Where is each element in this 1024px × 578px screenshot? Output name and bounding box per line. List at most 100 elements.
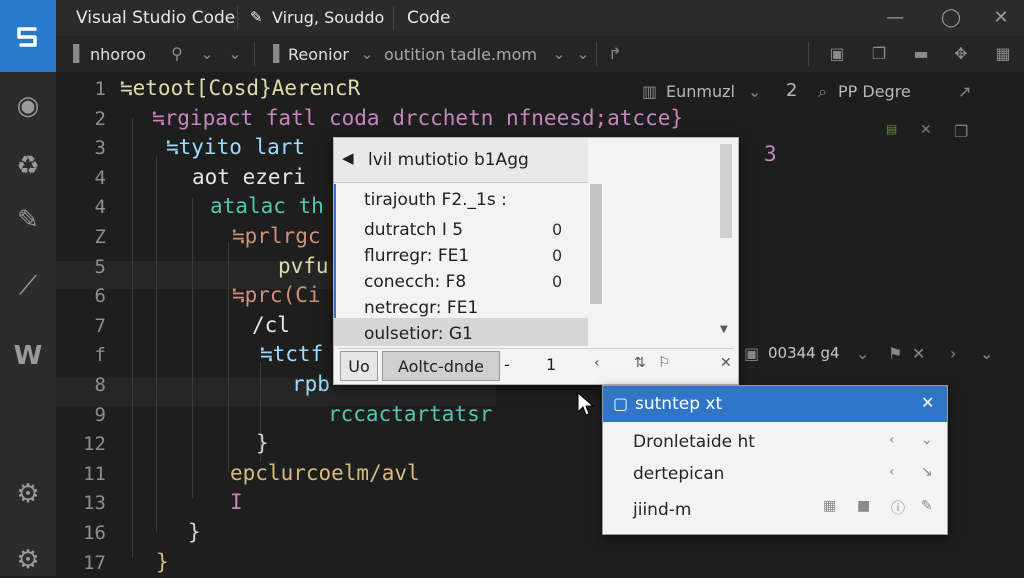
minimap-icon: ▤ [886, 122, 898, 136]
brush-icon[interactable]: ⟋ [10, 268, 46, 304]
activity-bar: ◉ ♻ ✎ ⟋ W ⚙ ⚙ [0, 72, 56, 576]
close-icon[interactable]: ✕ [988, 6, 1014, 30]
code-line[interactable]: ≒prc(Ci [232, 283, 321, 307]
line-number: 1 [94, 78, 106, 100]
pin-icon[interactable]: ⚐ [658, 355, 671, 371]
code-line[interactable]: ≒prlrgc [232, 224, 321, 248]
grid-icon[interactable]: ▦ [992, 44, 1014, 64]
minimize-icon[interactable]: — [882, 6, 908, 30]
chevron-down-icon[interactable]: ⌄ [548, 44, 570, 64]
line-number: 5 [94, 255, 106, 278]
close-icon[interactable]: ✕ [920, 122, 932, 138]
chevron-down-icon[interactable]: ▼ [720, 324, 728, 335]
chevron-right-icon[interactable]: › [950, 344, 956, 363]
code-line[interactable]: epclurcoelm/avl [230, 461, 420, 485]
chevron-left-icon[interactable]: ‹ [889, 464, 895, 480]
divider [237, 6, 238, 30]
edit-icon[interactable]: ✎ [921, 498, 933, 514]
extensions-icon[interactable]: ✥ [950, 44, 972, 64]
layout-icon[interactable]: ▬ [910, 44, 932, 64]
sort-icon[interactable]: ⇅ [634, 355, 646, 371]
scrollbar-thumb[interactable] [720, 144, 732, 238]
chevron-down-icon[interactable]: ⌄ [224, 44, 246, 64]
code-line[interactable]: } [256, 431, 269, 455]
chevron-left-icon[interactable]: ◀ [342, 149, 354, 167]
divider [254, 42, 255, 66]
code-line[interactable]: } [156, 550, 169, 574]
line-number: 12 [83, 433, 106, 456]
popup-button-alt[interactable]: Aoltc-dnde [382, 351, 500, 381]
editor-inline-toolbar: ▣ 00344 g4 ⌄ ⚑ ✕ › ⌄ [740, 342, 1020, 370]
code-line[interactable]: /cl [252, 313, 290, 337]
chevron-down-icon[interactable]: ⌄ [921, 432, 933, 448]
chevron-down-icon[interactable]: ⌄ [748, 82, 761, 101]
close-icon[interactable]: ✕ [921, 393, 934, 412]
line-number: 13 [83, 492, 106, 515]
chevron-down-icon[interactable]: ⌄ [980, 344, 993, 363]
edit-icon[interactable]: ✎ [10, 202, 46, 238]
code-line[interactable]: atalac th [210, 194, 324, 218]
line-number: 17 [83, 551, 106, 574]
restore-icon[interactable]: ◯ [938, 6, 964, 30]
line-number: Z [94, 226, 106, 248]
split-editor-icon[interactable]: ▣ [826, 44, 848, 64]
vscode-logo[interactable] [0, 0, 56, 72]
code-line[interactable]: aot ezeri [192, 165, 306, 189]
tab-reonior[interactable]: Reonior [288, 36, 349, 72]
menu-code[interactable]: Code [407, 8, 451, 28]
popup-button-uo[interactable]: Uo [340, 351, 378, 381]
trend-icon[interactable]: ↗ [958, 82, 971, 101]
brush-icon: ✎ [250, 8, 263, 26]
tab-label: Reonior [288, 44, 349, 64]
code-line[interactable]: ≒tyito lart [166, 135, 305, 159]
scrollbar-thumb[interactable] [590, 184, 602, 304]
gear-icon[interactable]: ⚙ [10, 476, 46, 512]
code-line[interactable]: ≒etoot[Cosd}AerencR [120, 76, 360, 100]
chevron-down-icon[interactable]: ⌄ [196, 44, 218, 64]
chevron-left-icon[interactable]: ‹ [594, 355, 600, 371]
code-line[interactable]: ≒rgipact fatl coda drcchetn nfneesd;atcc… [152, 106, 683, 130]
code-line[interactable]: } [188, 520, 201, 544]
file-path[interactable]: outition tadle.mom [384, 36, 537, 72]
tab-label: nhoroo [90, 44, 146, 64]
code-line[interactable]: I [230, 490, 243, 514]
divider [808, 42, 809, 66]
suggest-panel[interactable]: ▢ sutntep xt ✕ Dronletaide ht ‹ ⌄ dertep… [602, 385, 948, 535]
right-header-label[interactable]: Eunmuzl [666, 82, 735, 101]
code-line[interactable]: rpb [292, 372, 330, 396]
chevron-down-icon[interactable]: ⌄ [856, 344, 869, 363]
chevron-left-icon[interactable]: ‹ [889, 432, 895, 448]
code-line[interactable]: ≒tctf [260, 342, 323, 366]
code-line[interactable]: rccactartatsr [328, 402, 492, 426]
line-number: 4 [94, 166, 106, 189]
close-icon[interactable]: ✕ [912, 344, 925, 363]
autocomplete-popup[interactable]: ◀ lvil mutiotio b1Agg tirajouth F2._1s :… [333, 137, 739, 385]
chevron-down-icon[interactable]: ⌄ [572, 44, 594, 64]
copy-icon[interactable]: ❐ [868, 44, 890, 64]
line-number: 8 [94, 374, 106, 396]
pin-icon[interactable]: ⚑ [888, 344, 902, 363]
pin-icon: ▐ [66, 44, 80, 63]
copy-icon[interactable]: ❐ [954, 122, 968, 141]
stray-digit: 3 [764, 142, 777, 166]
close-icon[interactable]: ✕ [720, 355, 732, 371]
right-editor-header: ▥ Eunmuzl ⌄ 2 ⌕ PP Degre ↗ ▤ ✕ ❐ [636, 76, 1024, 141]
tab-nhoroo[interactable]: nhoroo [90, 36, 146, 72]
run-debug-icon[interactable]: ◉ [10, 88, 46, 124]
grid-icon[interactable]: ▦ [823, 498, 836, 514]
source-control-icon[interactable]: ♻ [10, 148, 46, 184]
settings-icon[interactable]: ⚙ [10, 542, 46, 578]
code-line[interactable]: pvfu [278, 254, 329, 278]
popup-footer: Uo Aoltc-dnde - 1 ‹ ⇅ ⚐ ✕ [338, 348, 734, 381]
line-number: 11 [83, 462, 106, 485]
user-icon[interactable]: ⚲ [166, 44, 188, 64]
w-icon[interactable]: W [10, 338, 46, 374]
arrow-icon[interactable]: ↘ [921, 464, 933, 480]
line-number: 16 [83, 522, 106, 544]
layout-icon[interactable]: ▣ [744, 344, 759, 363]
search-icon[interactable]: ⌕ [818, 82, 827, 102]
share-arrow-icon[interactable]: ↱ [604, 44, 626, 64]
square-icon[interactable]: ■ [857, 498, 870, 514]
chevron-down-icon[interactable]: ⌄ [356, 44, 378, 64]
info-icon[interactable]: ⓘ [891, 498, 905, 518]
